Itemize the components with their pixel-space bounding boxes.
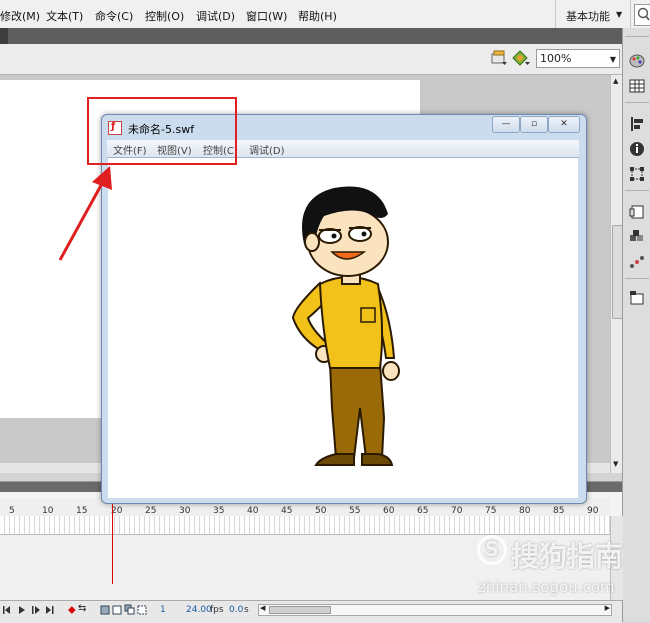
- menu-bar: 修改(M) 文本(T) 命令(C) 控制(O) 调试(D) 窗口(W) 帮助(H…: [0, 0, 650, 29]
- arrow-annotation: [58, 166, 112, 261]
- ruler-tick: 55: [349, 506, 361, 516]
- search-input[interactable]: [634, 4, 650, 26]
- menu-control[interactable]: 控制(O): [145, 8, 184, 24]
- workspace-label: 基本功能: [566, 10, 610, 23]
- ruler-tick: 45: [281, 506, 293, 516]
- info-icon[interactable]: [629, 141, 645, 157]
- ruler-tick: 70: [451, 506, 463, 516]
- ruler-tick: 40: [247, 506, 259, 516]
- current-frame: 1: [160, 605, 166, 615]
- ruler-tick: 80: [519, 506, 531, 516]
- playhead[interactable]: [112, 498, 113, 584]
- document-tab[interactable]: [0, 28, 8, 44]
- menu-commands[interactable]: 命令(C): [95, 8, 133, 24]
- play-icon: [19, 606, 25, 614]
- loop-icon[interactable]: ⇆: [78, 603, 86, 614]
- search-icon: [637, 7, 650, 21]
- panel-separator: [625, 190, 649, 191]
- scroll-left-icon[interactable]: ◀: [260, 604, 265, 612]
- transform-icon[interactable]: [629, 166, 645, 182]
- watermark-title: S 搜狗指南: [477, 535, 623, 575]
- zoom-value: 100%: [540, 52, 572, 65]
- motion-presets-icon[interactable]: [629, 254, 645, 270]
- minimize-button[interactable]: —: [492, 116, 520, 133]
- close-button[interactable]: ✕: [548, 116, 580, 133]
- menu-window[interactable]: 窗口(W): [246, 8, 287, 24]
- project-icon[interactable]: [629, 290, 645, 306]
- align-icon[interactable]: [629, 116, 645, 132]
- ruler-tick: 60: [383, 506, 395, 516]
- ruler-tick: 30: [179, 506, 191, 516]
- watermark-url: zhinan.sogou.com: [478, 578, 615, 596]
- document-tab-bar: [0, 28, 622, 44]
- fps-unit: fps: [210, 605, 224, 615]
- player-window[interactable]: ƒ 未命名-5.swf — ▫ ✕ 文件(F) 视图(V) 控制(C) 调试(D…: [101, 114, 587, 504]
- ruler-tick: 50: [315, 506, 327, 516]
- panel-separator: [625, 278, 649, 279]
- time-unit: s: [244, 605, 249, 615]
- ruler-tick: 85: [553, 506, 565, 516]
- zoom-select[interactable]: 100% ▼: [536, 49, 620, 68]
- panel-separator: [625, 36, 649, 37]
- annotation-highlight-box: [87, 97, 237, 165]
- chevron-down-icon: ▼: [609, 55, 616, 64]
- scroll-right-icon[interactable]: ▶: [605, 604, 610, 612]
- maximize-button[interactable]: ▫: [520, 116, 548, 133]
- ruler-tick: 75: [485, 506, 497, 516]
- library-icon[interactable]: [629, 204, 645, 220]
- player-content: [108, 158, 578, 498]
- swatches-icon[interactable]: [629, 52, 645, 68]
- time-value: 0.0: [229, 605, 244, 615]
- grid-icon[interactable]: [629, 78, 645, 94]
- ruler-tick: 25: [145, 506, 157, 516]
- workspace-switcher[interactable]: 基本功能 ▼: [555, 0, 631, 28]
- panel-dock: [622, 28, 650, 622]
- ruler-tick: 90: [587, 506, 599, 516]
- scroll-up-icon[interactable]: ▲: [613, 77, 618, 85]
- ruler-tick: 65: [417, 506, 429, 516]
- sogou-logo-icon: S: [477, 535, 507, 565]
- watermark-text: 搜狗指南: [511, 540, 624, 573]
- frame-cells[interactable]: [0, 516, 610, 535]
- chevron-down-icon: ▼: [616, 10, 623, 19]
- ruler-tick: 35: [213, 506, 225, 516]
- panel-separator: [625, 102, 649, 103]
- playback-controls[interactable]: [2, 604, 66, 616]
- menu-help[interactable]: 帮助(H): [298, 8, 337, 24]
- scroll-down-icon[interactable]: ▼: [613, 460, 618, 468]
- ruler-tick: 15: [76, 506, 88, 516]
- ruler-tick: 5: [9, 506, 15, 516]
- ruler-tick: 10: [42, 506, 54, 516]
- edit-scene-icon[interactable]: [490, 50, 508, 66]
- edit-symbol-icon[interactable]: [512, 50, 530, 66]
- menu-modify[interactable]: 修改(M): [0, 8, 40, 24]
- player-menu-debug[interactable]: 调试(D): [249, 142, 285, 157]
- components-icon[interactable]: [629, 229, 645, 245]
- onion-skin-icons[interactable]: [100, 604, 150, 615]
- cartoon-character: [291, 186, 400, 466]
- menu-text[interactable]: 文本(T): [46, 8, 83, 24]
- menu-debug[interactable]: 调试(D): [196, 8, 235, 24]
- onion-marker-icon[interactable]: ⬥: [68, 603, 76, 617]
- fps-value[interactable]: 24.00: [186, 605, 212, 615]
- timeline-horizontal-scrollbar[interactable]: ◀ ▶: [258, 604, 612, 616]
- scrollbar-thumb[interactable]: [269, 606, 331, 614]
